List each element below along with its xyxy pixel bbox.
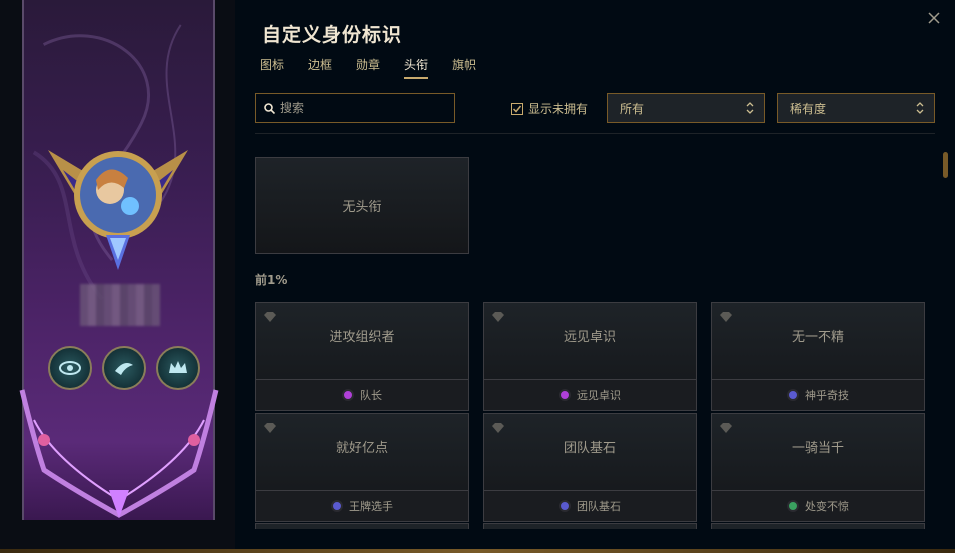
- challenge-dot-icon: [342, 389, 354, 401]
- title-source: 远见卓识: [484, 379, 696, 410]
- title-source: 处变不惊: [712, 490, 924, 521]
- title-card[interactable]: 就好亿点 王牌选手: [255, 413, 469, 522]
- title-name: 无一不精: [791, 330, 844, 345]
- title-source-label: 王牌选手: [349, 500, 393, 513]
- title-source-label: 神乎奇技: [805, 389, 849, 402]
- title-name: 远见卓识: [563, 330, 616, 345]
- title-card[interactable]: 无一不精 神乎奇技: [711, 302, 925, 411]
- title-card-partial[interactable]: [255, 523, 469, 529]
- challenge-dot-icon: [559, 389, 571, 401]
- search-box[interactable]: [255, 93, 455, 123]
- title-source-label: 队长: [360, 389, 382, 402]
- title-source: 团队基石: [484, 490, 696, 521]
- checkmark-icon: [512, 105, 522, 113]
- title-source-label: 处变不惊: [805, 500, 849, 513]
- tab-banner[interactable]: 旗帜: [452, 56, 476, 79]
- close-icon[interactable]: [926, 10, 942, 26]
- title-name: 一骑当千: [791, 441, 844, 456]
- title-card[interactable]: 一骑当千 处变不惊: [711, 413, 925, 522]
- challenge-dot-icon: [331, 500, 343, 512]
- chevron-updown-icon: [916, 102, 924, 114]
- title-source-label: 远见卓识: [577, 389, 621, 402]
- dialog-title: 自定义身份标识: [262, 24, 403, 46]
- challenge-dot-icon: [559, 500, 571, 512]
- title-card-partial[interactable]: [711, 523, 925, 529]
- title-source: 神乎奇技: [712, 379, 924, 410]
- title-card-partial[interactable]: [483, 523, 697, 529]
- title-name: 团队基石: [563, 441, 616, 456]
- show-unowned-label: 显示未拥有: [528, 102, 589, 116]
- search-icon: [264, 102, 275, 114]
- rarity-select[interactable]: 稀有度: [777, 93, 935, 123]
- search-input[interactable]: [280, 101, 440, 115]
- section-heading: 前1%: [255, 273, 288, 287]
- tab-border[interactable]: 边框: [308, 56, 332, 79]
- tab-medal[interactable]: 勋章: [356, 56, 380, 79]
- profile-crest[interactable]: [38, 110, 198, 280]
- tab-bar: 图标 边框 勋章 头衔 旗帜: [260, 56, 476, 79]
- banner-frame-decoration: [19, 389, 219, 518]
- challenge-dot-icon: [787, 500, 799, 512]
- eye-badge-icon: [59, 361, 81, 375]
- wing-badge-icon: [115, 363, 133, 375]
- ownership-select-value: 所有: [620, 101, 645, 116]
- no-title-label: 无头衔: [342, 200, 382, 215]
- title-card[interactable]: 进攻组织者 队长: [255, 302, 469, 411]
- title-card[interactable]: 团队基石 团队基石: [483, 413, 697, 522]
- show-unowned-toggle[interactable]: 显示未拥有: [511, 100, 588, 117]
- title-card[interactable]: 远见卓识 远见卓识: [483, 302, 697, 411]
- banner-panel: [0, 0, 235, 553]
- scrollbar-thumb[interactable]: [943, 152, 948, 178]
- title-source-label: 团队基石: [577, 500, 621, 513]
- rarity-select-value: 稀有度: [790, 101, 827, 116]
- chevron-updown-icon: [746, 102, 754, 114]
- summoner-name-blurred: [80, 284, 160, 326]
- title-source: 队长: [256, 379, 468, 410]
- show-unowned-checkbox[interactable]: [511, 102, 523, 115]
- no-title-card[interactable]: 无头衔: [255, 157, 469, 254]
- title-name: 进攻组织者: [329, 330, 395, 345]
- filter-divider: [255, 133, 935, 134]
- tab-icon[interactable]: 图标: [260, 56, 284, 79]
- bottom-accent-bar: [0, 549, 955, 553]
- title-name: 就好亿点: [335, 441, 388, 456]
- tab-title[interactable]: 头衔: [404, 56, 429, 79]
- crown-badge-icon: [169, 361, 187, 373]
- challenge-dot-icon: [787, 389, 799, 401]
- ownership-select[interactable]: 所有: [607, 93, 765, 123]
- title-source: 王牌选手: [256, 490, 468, 521]
